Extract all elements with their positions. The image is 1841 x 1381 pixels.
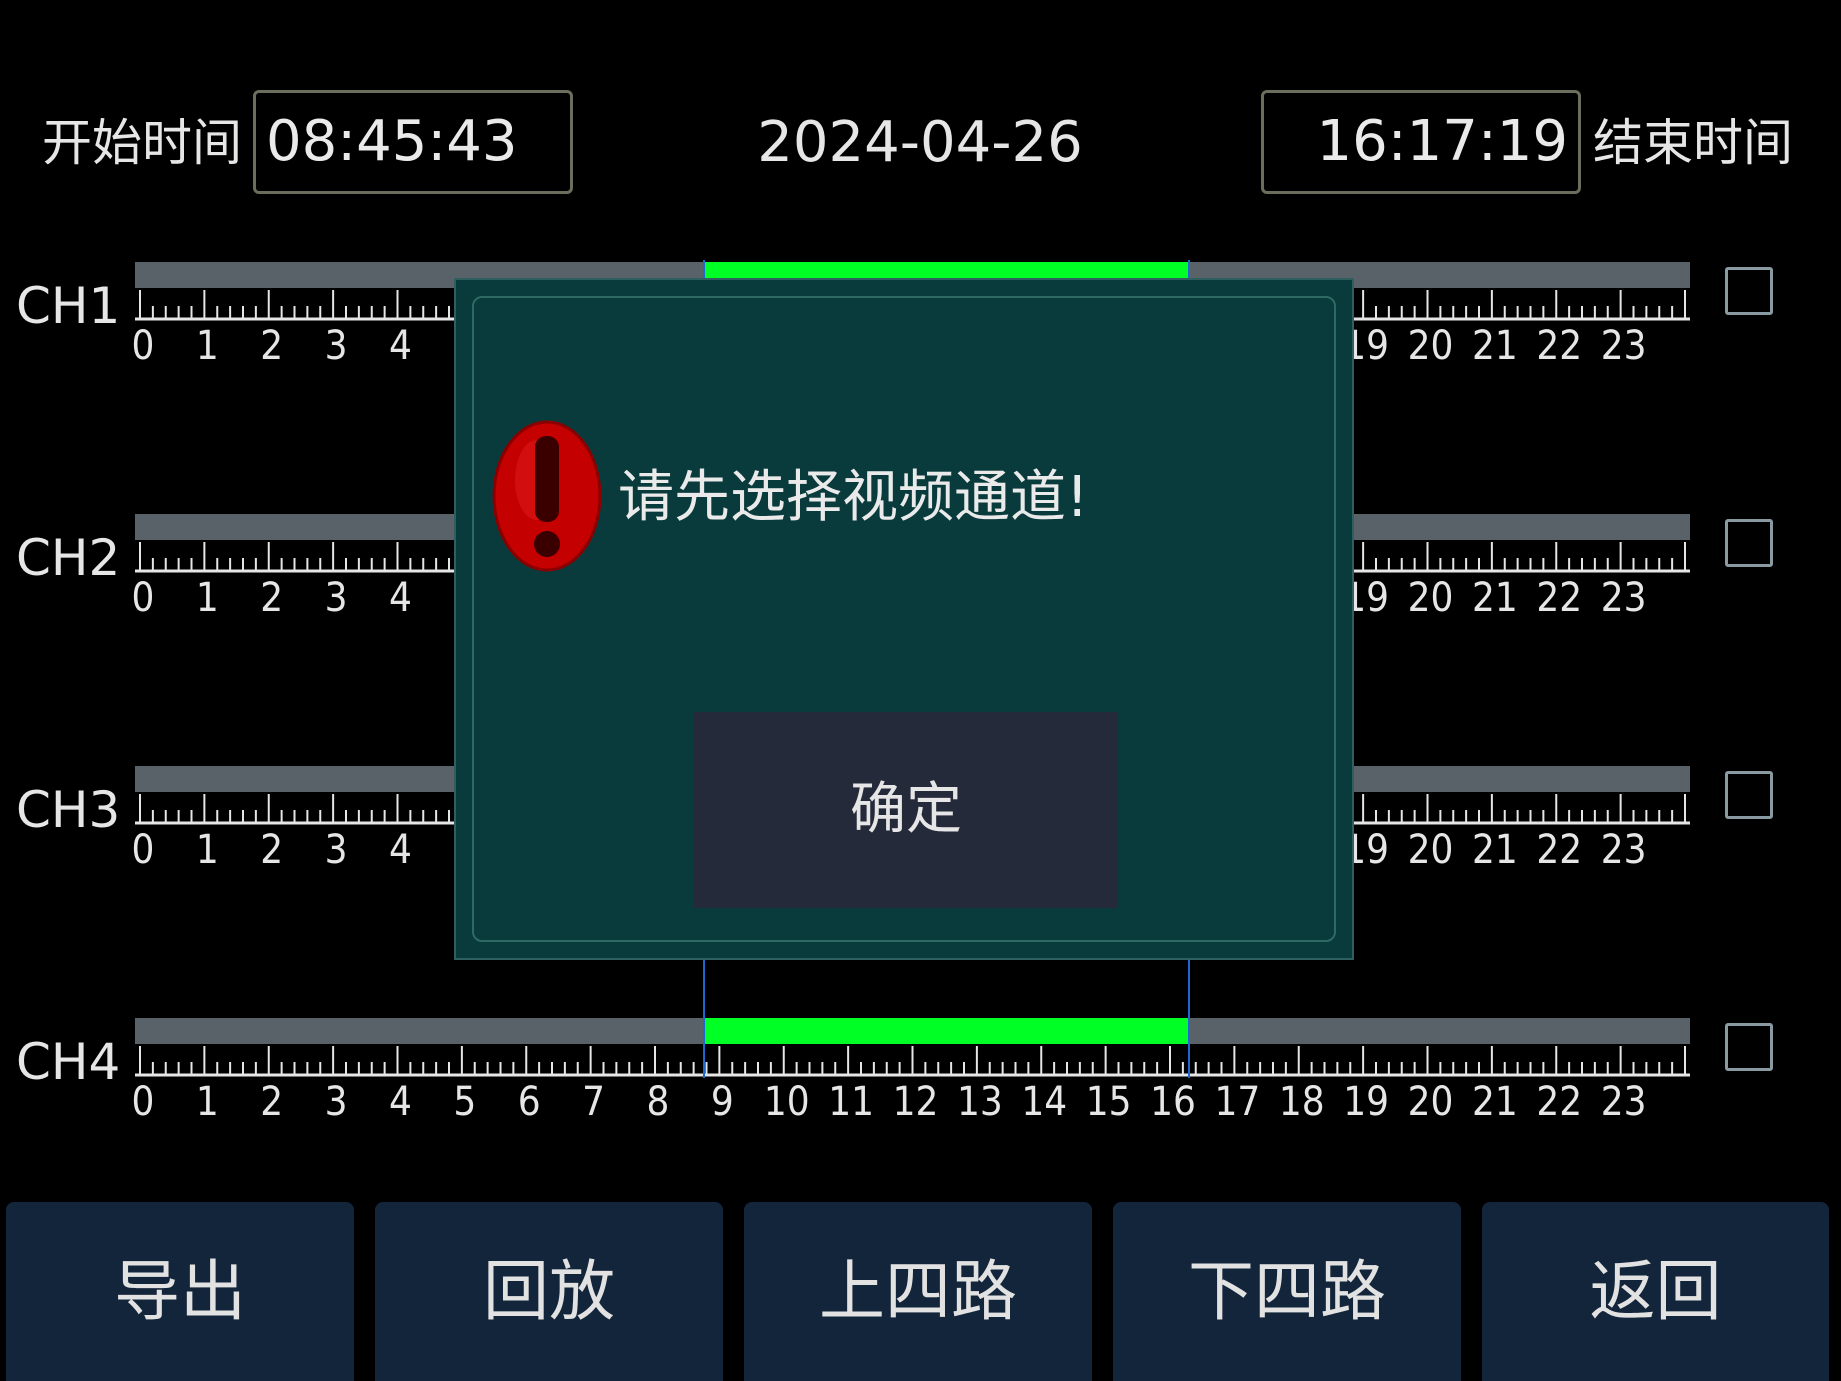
hour-label: 1 [195, 575, 219, 621]
hour-label: 4 [389, 323, 412, 369]
hour-label: 1 [195, 827, 219, 873]
hour-label: 8 [646, 1079, 670, 1125]
warning-exclamation-icon [492, 420, 602, 572]
channel-label: CH4 [16, 1033, 121, 1091]
hour-label: 23 [1600, 827, 1647, 873]
hour-label: 2 [260, 1079, 284, 1125]
dialog-message: 请先选择视频通道! [618, 465, 1089, 530]
time-cursor-line[interactable] [1187, 1016, 1190, 1078]
hour-label: 5 [453, 1079, 477, 1125]
hour-label: 4 [389, 827, 412, 873]
hour-label: 21 [1471, 575, 1518, 621]
start-time-label: 开始时间 [42, 114, 242, 172]
hour-label: 22 [1536, 575, 1583, 621]
hour-label: 23 [1600, 1079, 1647, 1125]
channel-checkbox[interactable] [1725, 1023, 1773, 1071]
timeline-ruler [135, 1046, 1690, 1077]
hour-label: 17 [1214, 1079, 1261, 1125]
hour-label: 4 [389, 575, 412, 621]
time-cursor-line[interactable] [1187, 960, 1190, 1020]
hour-label: 23 [1600, 323, 1647, 369]
hour-label: 21 [1471, 1079, 1518, 1125]
next-four-channels-button[interactable]: 下四路 [1113, 1202, 1461, 1381]
hour-label: 21 [1471, 827, 1518, 873]
hour-labels: 01234567891011121314151617181920212223 [131, 1079, 1690, 1125]
hour-label: 15 [1085, 1079, 1132, 1125]
hour-label: 22 [1536, 323, 1583, 369]
hour-label: 20 [1407, 323, 1454, 369]
hour-label: 20 [1407, 827, 1454, 873]
hour-label: 2 [260, 575, 284, 621]
hour-label: 7 [582, 1079, 606, 1125]
hour-label: 0 [131, 323, 155, 369]
timeline-track[interactable] [135, 1018, 1690, 1044]
warning-dialog: 请先选择视频通道! 确定 [454, 278, 1354, 960]
hour-label: 21 [1471, 323, 1518, 369]
hour-label: 19 [1343, 1079, 1390, 1125]
ok-button[interactable]: 确定 [694, 712, 1118, 908]
hour-label: 11 [828, 1079, 875, 1125]
hour-label: 16 [1150, 1079, 1196, 1125]
hour-label: 6 [517, 1079, 541, 1125]
hour-label: 3 [324, 323, 348, 369]
hour-label: 14 [1021, 1079, 1068, 1125]
channel-label: CH2 [16, 529, 121, 587]
hour-label: 13 [956, 1079, 1003, 1125]
channel-label: CH3 [16, 781, 121, 839]
channel-label: CH1 [16, 277, 121, 335]
hour-label: 22 [1536, 1079, 1583, 1125]
hour-label: 0 [131, 575, 155, 621]
hour-label: 3 [324, 1079, 348, 1125]
hour-label: 12 [892, 1079, 939, 1125]
hour-label: 22 [1536, 827, 1583, 873]
hour-label: 20 [1407, 1079, 1454, 1125]
back-button[interactable]: 返回 [1482, 1202, 1829, 1381]
prev-four-channels-button[interactable]: 上四路 [744, 1202, 1092, 1381]
playback-button[interactable]: 回放 [375, 1202, 723, 1381]
hour-label: 2 [260, 827, 284, 873]
channel-checkbox[interactable] [1725, 267, 1773, 315]
start-time-field[interactable]: 08:45:43 [253, 90, 573, 194]
hour-label: 23 [1600, 575, 1647, 621]
hour-label: 3 [324, 827, 348, 873]
hour-label: 1 [195, 323, 219, 369]
date-display[interactable]: 2024-04-26 [700, 108, 1140, 178]
time-cursor-line[interactable] [703, 960, 706, 1020]
channel-checkbox[interactable] [1725, 519, 1773, 567]
end-time-field[interactable]: 16:17:19 [1261, 90, 1581, 194]
recording-segment[interactable] [704, 1018, 1189, 1044]
hour-label: 9 [710, 1079, 734, 1125]
hour-label: 1 [195, 1079, 219, 1125]
end-time-label: 结束时间 [1593, 114, 1793, 172]
hour-label: 0 [131, 827, 155, 873]
hour-label: 2 [260, 323, 284, 369]
hour-label: 3 [324, 575, 348, 621]
channel-checkbox[interactable] [1725, 771, 1773, 819]
hour-label: 10 [763, 1079, 810, 1125]
export-button[interactable]: 导出 [6, 1202, 354, 1381]
hour-label: 0 [131, 1079, 155, 1125]
time-cursor-line[interactable] [703, 1016, 706, 1078]
hour-label: 20 [1407, 575, 1454, 621]
hour-label: 4 [389, 1079, 412, 1125]
hour-label: 18 [1278, 1079, 1325, 1125]
